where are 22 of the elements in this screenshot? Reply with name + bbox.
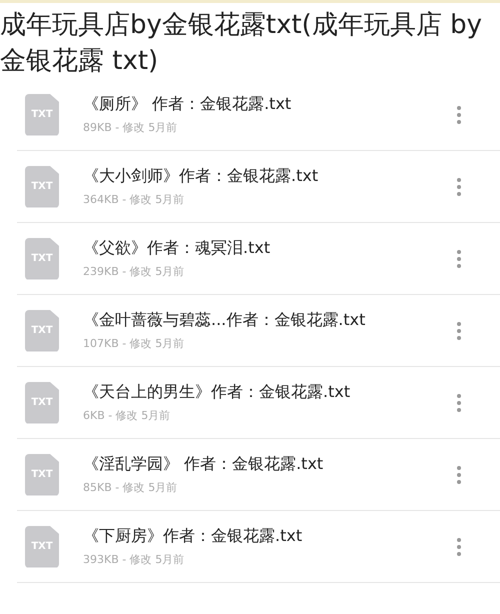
- file-details: 239KB - 修改 5月前: [83, 264, 186, 280]
- file-details: 6KB - 修改 5月前: [83, 408, 172, 424]
- more-options-icon[interactable]: [456, 248, 462, 268]
- more-options-icon[interactable]: [456, 320, 462, 340]
- more-options-icon[interactable]: [456, 536, 462, 556]
- file-name[interactable]: 《父欲》作者：魂冥泪.txt: [83, 236, 456, 260]
- file-name[interactable]: 《淫乱学园》 作者：金银花露.txt: [83, 452, 456, 476]
- file-details: 393KB - 修改 5月前: [83, 552, 186, 568]
- file-name[interactable]: 《厕所》 作者：金银花露.txt: [83, 92, 456, 116]
- more-options-icon[interactable]: [456, 176, 462, 196]
- file-name[interactable]: 《下厨房》作者：金银花露.txt: [83, 524, 456, 548]
- file-details: 85KB - 修改 5月前: [83, 480, 178, 496]
- file-details: 364KB - 修改 5月前: [83, 192, 186, 208]
- more-options-icon[interactable]: [456, 104, 462, 124]
- file-name[interactable]: 《天台上的男生》作者：金银花露.txt: [83, 380, 456, 404]
- file-name[interactable]: 《金叶蔷薇与碧蕊...作者：金银花露.txt: [83, 308, 456, 332]
- file-details: 107KB - 修改 5月前: [83, 336, 186, 352]
- more-options-icon[interactable]: [456, 392, 462, 412]
- file-name[interactable]: 《大小剑师》作者：金银花露.txt: [83, 164, 456, 188]
- file-details: 89KB - 修改 5月前: [83, 120, 178, 136]
- more-options-icon[interactable]: [456, 464, 462, 484]
- overlay-caption: 成年玩具店by金银花露txt(成年玩具店 by 金银花露 txt): [0, 9, 483, 78]
